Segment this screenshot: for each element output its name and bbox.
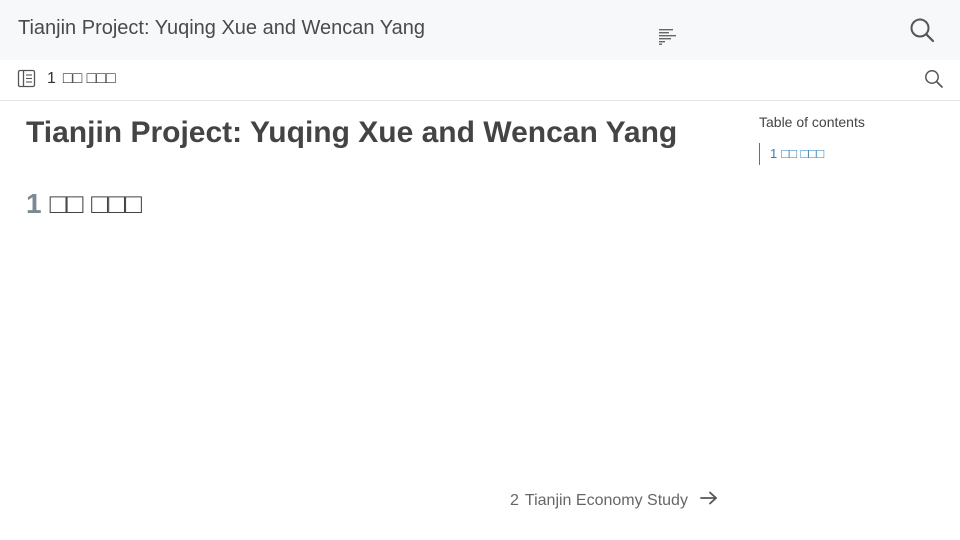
next-page-label: Tianjin Economy Study [524,491,688,509]
text-lines-icon [659,29,677,50]
table-of-contents: Table of contents 1 □□ □□□ [759,114,949,165]
breadcrumb[interactable]: 1 □□ □□□ [47,70,116,88]
next-page-number: 2 [510,491,519,509]
section-heading: 1 □□ □□□ [26,188,142,220]
search-icon[interactable] [924,69,944,94]
section-number: 1 [26,188,42,219]
toc-item-number: 1 [770,146,778,161]
next-page-link[interactable]: 2 Tianjin Economy Study [510,491,718,510]
arrow-right-icon [700,491,718,510]
toc-item-label: □□ □□□ [781,146,825,161]
toc-item[interactable]: 1 □□ □□□ [759,143,949,165]
page-title: Tianjin Project: Yuqing Xue and Wencan Y… [26,116,678,149]
search-icon[interactable] [909,17,935,48]
site-title[interactable]: Tianjin Project: Yuqing Xue and Wencan Y… [18,17,425,40]
toc-title: Table of contents [759,114,865,130]
top-navbar: Tianjin Project: Yuqing Xue and Wencan Y… [0,0,960,60]
section-title: □□ □□□ [49,188,142,219]
secondary-navbar: 1 □□ □□□ [0,60,960,101]
breadcrumb-number: 1 [47,70,56,87]
breadcrumb-title: □□ □□□ [62,70,116,87]
book-icon[interactable] [17,69,37,94]
